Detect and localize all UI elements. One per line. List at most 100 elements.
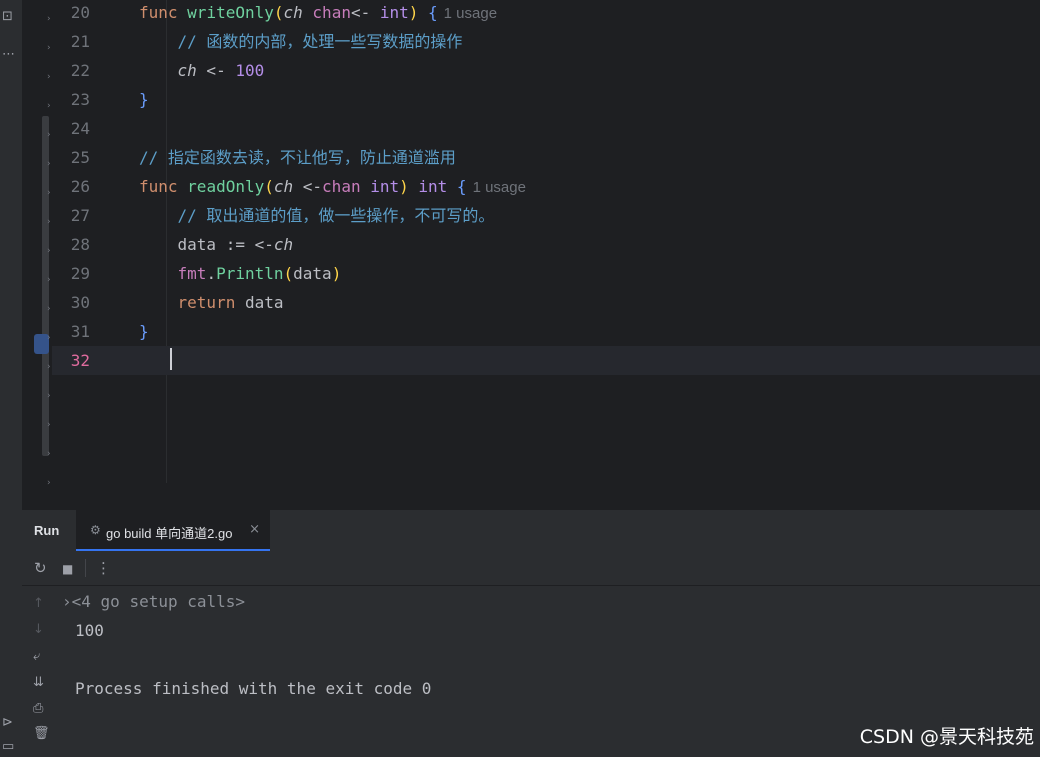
code-text: func writeOnly(ch chan<- int) {1 usage [139, 0, 497, 28]
code-token: ( [264, 177, 274, 196]
code-editor[interactable]: › › › › › › › › › › › › › › › › › 20 func writeOnly(ch ch… [22, 0, 1040, 488]
code-line[interactable]: 30 return data [52, 288, 1040, 317]
code-token: { [447, 177, 467, 196]
code-token: . [206, 264, 217, 283]
code-token: // 指定函数去读，不让他写，防止通道滥用 [139, 148, 456, 167]
code-token: chan [322, 177, 371, 196]
go-build-icon: ⚙ [90, 523, 101, 537]
code-token: ) [331, 264, 342, 283]
code-line[interactable]: 24 [52, 114, 1040, 143]
line-number: 22 [70, 61, 90, 80]
code-line[interactable]: 29 fmt.Println(data) [52, 259, 1040, 288]
structure-icon[interactable]: ⊡ [2, 10, 13, 24]
services-icon[interactable]: ⊳ [2, 716, 13, 730]
code-line[interactable]: 31} [52, 317, 1040, 346]
run-toolbar: ↻ ■ ⋮ [22, 551, 1040, 586]
code-token: ch [283, 3, 313, 22]
code-line[interactable]: 20 func writeOnly(ch chan<- int) {1 usage [52, 0, 1040, 27]
code-text: } [139, 317, 149, 346]
process-finished-line: Process finished with the exit code 0 [75, 679, 432, 698]
code-token: ( [283, 264, 294, 283]
code-token: <- [302, 177, 323, 196]
console-output-line: 100 [75, 621, 104, 640]
csdn-watermark: CSDN @景天科技苑 [859, 726, 1034, 748]
line-number: 28 [70, 235, 90, 254]
run-config-tab[interactable]: ⚙ go build 单向通道2.go × [76, 510, 270, 551]
more-vertical-icon[interactable]: ⋮ [96, 559, 111, 577]
expand-chevron-icon[interactable]: › [62, 592, 72, 611]
code-token: return [177, 293, 236, 312]
code-token: { [418, 3, 438, 22]
close-tab-icon[interactable]: × [249, 522, 260, 537]
rerun-icon[interactable]: ↻ [34, 559, 47, 577]
code-token: chan [312, 3, 351, 22]
code-text: func readOnly(ch <-chan int) int {1 usag… [139, 172, 526, 202]
code-token: } [139, 90, 149, 109]
code-line[interactable]: 21 // 函数的内部，处理一些写数据的操作 [52, 27, 1040, 56]
code-text: // 函数的内部，处理一些写数据的操作 [139, 27, 463, 56]
code-token: data [293, 264, 332, 283]
code-token: Println [216, 264, 284, 283]
code-token: int [408, 177, 448, 196]
code-line[interactable]: 22 ch <- 100 [52, 56, 1040, 85]
print-icon[interactable]: ⎙ [33, 701, 43, 716]
editor-gutter-markers: › › › › › › › › › › › › › › › › › [22, 0, 52, 488]
code-line[interactable]: 32 [52, 346, 1040, 375]
line-number: 20 [70, 3, 90, 22]
code-line[interactable]: 25 // 指定函数去读，不让他写，防止通道滥用 [52, 143, 1040, 172]
code-token: writeOnly [187, 3, 274, 22]
code-line[interactable]: 23} [52, 85, 1040, 114]
clear-all-icon[interactable]: 🗑 [33, 726, 50, 741]
code-token: ) [399, 177, 409, 196]
setup-calls-text: <4 go setup calls> [71, 592, 246, 611]
code-token: 100 [235, 61, 265, 80]
code-text: fmt.Println(data) [139, 259, 342, 288]
soft-wrap-icon[interactable]: ⤶ [33, 649, 40, 664]
usage-hint[interactable]: 1 usage [444, 5, 497, 22]
code-token: func [139, 3, 188, 22]
code-text: ch <- 100 [139, 56, 265, 85]
stop-icon[interactable]: ■ [62, 560, 73, 578]
code-lines[interactable]: 20 func writeOnly(ch chan<- int) {1 usage… [52, 0, 1040, 483]
code-token: } [139, 322, 149, 341]
line-number: 27 [70, 206, 90, 225]
code-token: data [235, 293, 284, 312]
code-token: // 函数的内部，处理一些写数据的操作 [139, 32, 463, 51]
code-token: int [379, 3, 409, 22]
usage-hint[interactable]: 1 usage [473, 179, 526, 196]
setup-calls-line[interactable]: ›<4 go setup calls> [62, 592, 245, 611]
line-number: 32 [70, 351, 90, 370]
terminal-icon[interactable]: ▭ [2, 740, 14, 754]
line-number: 25 [70, 148, 90, 167]
run-console[interactable]: ↑ ↓ ⤶ ⇊ ⎙ 🗑 ›<4 go setup calls> 100 Proc… [22, 586, 1040, 757]
code-token: readOnly [187, 177, 265, 196]
code-token: int [370, 177, 400, 196]
line-number: 24 [70, 119, 90, 138]
scroll-down-icon[interactable]: ↓ [33, 622, 44, 637]
code-token: func [139, 177, 188, 196]
line-number: 31 [70, 322, 90, 341]
code-line[interactable]: 27 // 取出通道的值，做一些操作，不可写的。 [52, 201, 1040, 230]
line-number: 30 [70, 293, 90, 312]
scroll-to-end-icon[interactable]: ⇊ [33, 675, 44, 690]
code-line[interactable]: 28 data := <-ch [52, 230, 1040, 259]
code-token: ch [273, 177, 303, 196]
code-text: data := <-ch [139, 230, 294, 259]
line-number: 29 [70, 264, 90, 283]
line-number: 26 [70, 177, 90, 196]
left-tool-strip: ⊡ ⋯ ⊳ ▭ [0, 0, 23, 757]
code-token: fmt [177, 264, 207, 283]
code-token: <- [350, 3, 380, 22]
scroll-up-icon[interactable]: ↑ [33, 596, 44, 611]
code-text: // 指定函数去读，不让他写，防止通道滥用 [139, 143, 456, 172]
code-line[interactable]: 26 func readOnly(ch <-chan int) int {1 us… [52, 172, 1040, 201]
console-side-toolbar: ↑ ↓ ⤶ ⇊ ⎙ 🗑 [22, 586, 60, 757]
code-text: // 取出通道的值，做一些操作，不可写的。 [139, 201, 495, 230]
code-token: ch [177, 61, 197, 80]
run-panel-title: Run [34, 523, 60, 538]
code-token: // 取出通道的值，做一些操作，不可写的。 [139, 206, 495, 225]
more-tools-icon[interactable]: ⋯ [2, 48, 15, 62]
